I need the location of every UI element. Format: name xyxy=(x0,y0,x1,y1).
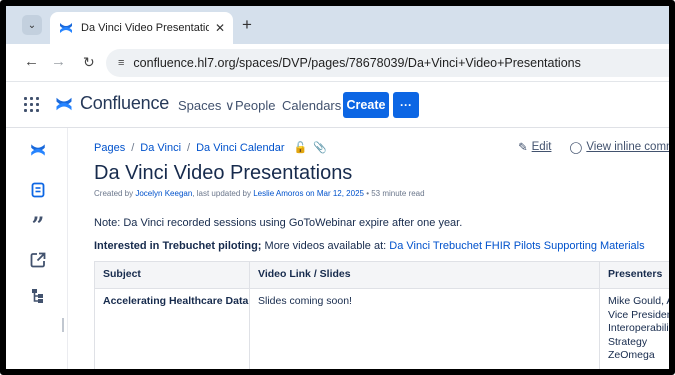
table-header-row: Subject Video Link / Slides Presenters xyxy=(94,261,669,289)
read-time: • 53 minute read xyxy=(363,189,425,198)
left-sidebar: ” xyxy=(6,128,68,369)
screenshot-frame: ⌄ Da Vinci Video Presentations - ✕ + ← →… xyxy=(0,0,675,375)
page-byline: Created by Jocelyn Keegan, last updated … xyxy=(94,189,425,198)
attachment-icon[interactable]: 📎 xyxy=(313,141,327,154)
page-title: Da Vinci Video Presentations xyxy=(94,162,353,184)
back-arrow-icon[interactable]: ← xyxy=(24,53,39,70)
address-bar-row: ← → ↻ ≡ confluence.hl7.org/spaces/DVP/pa… xyxy=(6,44,669,82)
breadcrumb-item-da-vinci[interactable]: Da Vinci xyxy=(140,142,181,154)
hierarchy-tree-icon[interactable] xyxy=(28,286,48,306)
presenter-line: Vice President, xyxy=(608,308,675,321)
pages-document-icon[interactable] xyxy=(28,180,48,200)
edit-button[interactable]: Edit xyxy=(532,141,552,153)
confluence-logo-icon xyxy=(56,97,72,110)
interest-text: More videos available at: xyxy=(261,240,390,252)
edit-pencil-icon[interactable]: ✎ xyxy=(518,140,528,154)
confluence-logo[interactable]: Confluence xyxy=(54,93,169,114)
site-settings-icon[interactable]: ≡ xyxy=(118,57,124,69)
create-more-button[interactable]: ··· xyxy=(393,92,419,118)
updater-link[interactable]: Leslie Amoros xyxy=(253,189,303,198)
nav-spaces-dropdown[interactable]: Spaces ∨ xyxy=(178,98,235,114)
space-logo-icon[interactable] xyxy=(28,140,48,160)
breadcrumb-separator: / xyxy=(131,141,135,154)
breadcrumb-separator: / xyxy=(187,141,191,154)
breadcrumb-item-calendar[interactable]: Da Vinci Calendar xyxy=(196,142,284,154)
address-bar[interactable]: ≡ confluence.hl7.org/spaces/DVP/pages/78… xyxy=(106,49,669,77)
external-link-icon[interactable] xyxy=(28,250,48,270)
page-actions: ✎ Edit ◯ View inline commen xyxy=(518,140,669,154)
tab-search-button[interactable]: ⌄ xyxy=(22,15,42,35)
trebuchet-materials-link[interactable]: Da Vinci Trebuchet FHIR Pilots Supportin… xyxy=(389,240,644,252)
byline-prefix: Created by xyxy=(94,189,136,198)
last-updated-date[interactable]: on Mar 12, 2025 xyxy=(303,189,364,198)
presenter-line: ZeOmega xyxy=(608,349,655,361)
browser-tab-strip: ⌄ Da Vinci Video Presentations - ✕ + xyxy=(6,6,669,44)
breadcrumb-item-pages[interactable]: Pages xyxy=(94,142,125,154)
video-presentations-table: Subject Video Link / Slides Presenters A… xyxy=(94,261,675,369)
forward-arrow-icon[interactable]: → xyxy=(51,53,66,70)
reload-icon[interactable]: ↻ xyxy=(83,54,95,71)
byline-mid: , last updated by xyxy=(192,189,254,198)
creator-link[interactable]: Jocelyn Keegan xyxy=(135,189,192,198)
nav-calendars[interactable]: Calendars xyxy=(282,98,341,113)
view-inline-comments-button[interactable]: View inline commen xyxy=(586,141,669,153)
tab-close-icon[interactable]: ✕ xyxy=(215,21,225,35)
table-row: Accelerating Healthcare Data Exchange an… xyxy=(94,288,675,369)
confluence-favicon-icon xyxy=(60,23,72,33)
expiry-note: Note: Da Vinci recorded sessions using G… xyxy=(94,217,463,229)
app-switcher-grid-icon[interactable] xyxy=(24,97,39,112)
url-text[interactable]: confluence.hl7.org/spaces/DVP/pages/7867… xyxy=(133,56,580,70)
presenter-line: Mike Gould, As xyxy=(608,295,675,307)
cell-video-link: Slides coming soon! xyxy=(249,288,600,369)
confluence-logo-text: Confluence xyxy=(80,93,170,113)
browser-tab[interactable]: Da Vinci Video Presentations - ✕ xyxy=(50,12,233,44)
header-presenters[interactable]: Presenters xyxy=(599,261,669,289)
interest-bold-text: Interested in Trebuchet piloting; xyxy=(94,240,262,252)
trebuchet-interest-line: Interested in Trebuchet piloting; More v… xyxy=(94,240,645,252)
confluence-top-nav: Confluence Spaces ∨ People Calendars Cre… xyxy=(6,82,669,128)
restrictions-lock-icon[interactable]: 🔓 xyxy=(294,141,308,154)
new-tab-button[interactable]: + xyxy=(242,15,252,35)
header-subject[interactable]: Subject xyxy=(94,261,250,289)
tab-title: Da Vinci Video Presentations - xyxy=(81,22,209,34)
presenter-line: Interoperability xyxy=(608,322,675,334)
nav-people[interactable]: People xyxy=(235,98,275,113)
page-content: Pages / Da Vinci / Da Vinci Calendar 🔓 📎… xyxy=(68,128,669,369)
quote-icon[interactable]: ” xyxy=(28,213,48,239)
create-button[interactable]: Create xyxy=(343,92,389,118)
sidebar-resize-handle[interactable] xyxy=(62,318,64,332)
comment-icon[interactable]: ◯ xyxy=(569,140,582,154)
cell-presenters: Mike Gould, As Vice President, Interoper… xyxy=(599,288,675,369)
presenter-line: Strategy xyxy=(608,335,648,348)
header-video-link[interactable]: Video Link / Slides xyxy=(249,261,600,289)
cell-subject: Accelerating Healthcare Data Exchange an… xyxy=(94,288,250,369)
breadcrumb: Pages / Da Vinci / Da Vinci Calendar 🔓 📎 xyxy=(94,141,327,155)
